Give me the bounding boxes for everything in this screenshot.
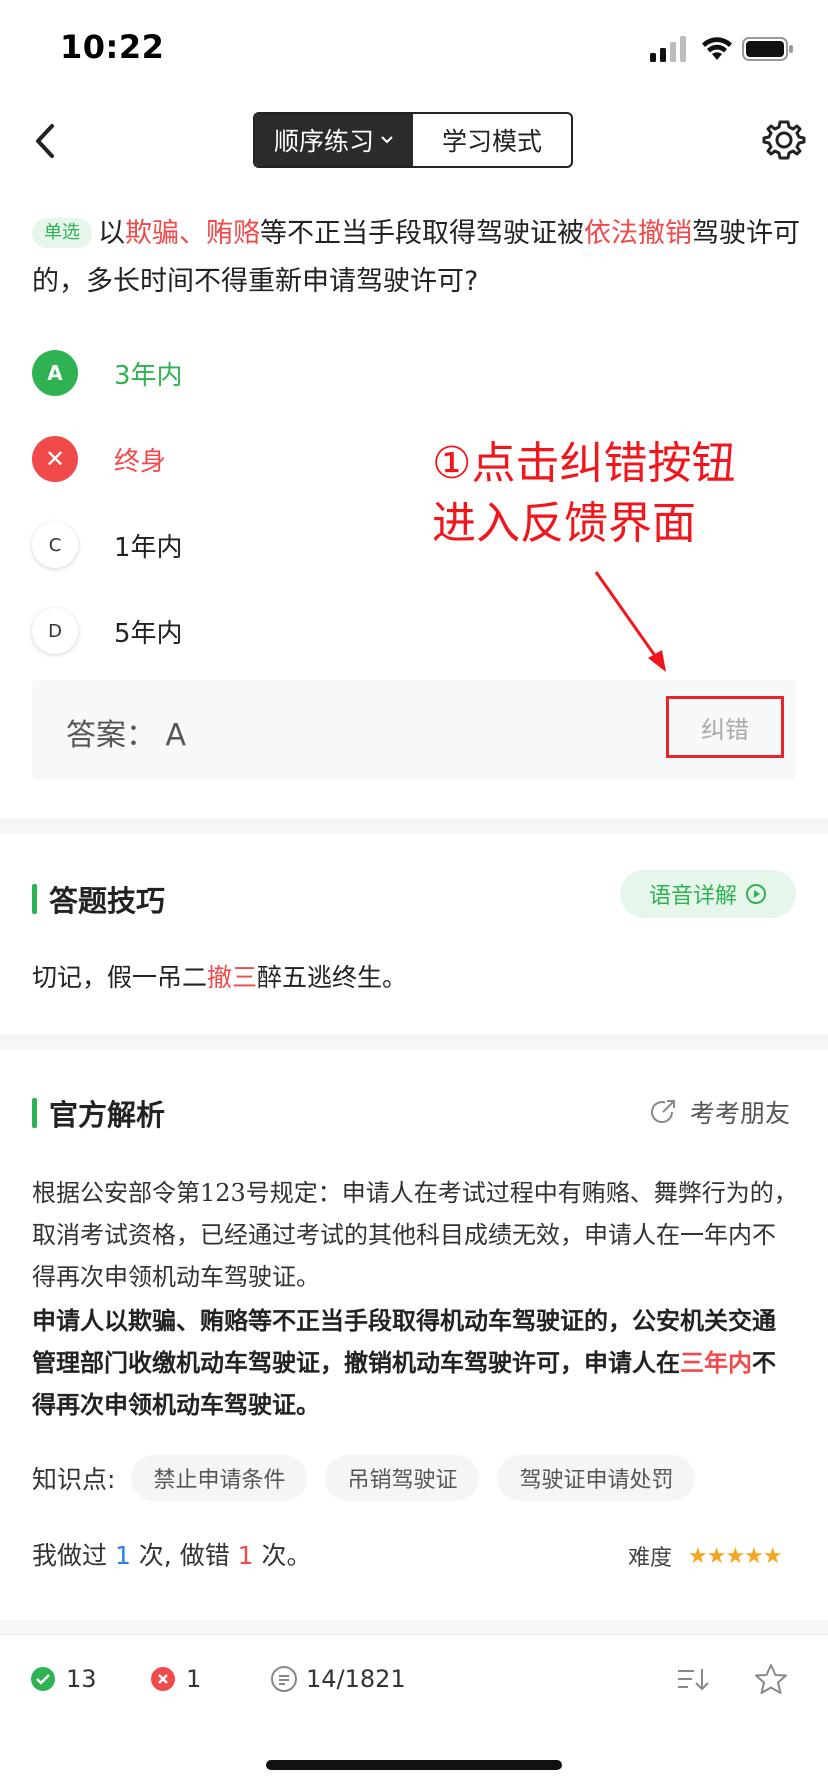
analysis-text-part: 申请人以欺骗、贿赂等不正当手段取得机动车驾驶证的，公安机关交通管理部门收缴机动车… [32,1307,776,1377]
report-error-button[interactable]: 纠错 [666,696,784,758]
voice-explain-label: 语音详解 [648,884,737,909]
correct-count[interactable]: 13 [30,1665,97,1693]
tip-text-highlight: 撤三 [207,963,258,992]
progress-value: 14/1821 [306,1665,406,1693]
tutorial-annotation: ①点击纠错按钮 进入反馈界面 [432,434,735,554]
knowledge-points: 知识点: 禁止申请条件 吊销驾驶证 驾驶证申请处罚 [32,1455,713,1501]
wrong-count-button[interactable]: 1 [150,1665,201,1693]
wrong-mark-icon: ✕ [32,436,78,482]
analysis-paragraph-1: 根据公安部令第123号规定：申请人在考试过程中有贿赂、舞弊行为的，取消考试资格，… [32,1179,798,1291]
done-count: 1 [114,1541,131,1570]
progress-button[interactable]: 14/1821 [270,1665,406,1693]
question-seg-3: 依法撤销 [584,218,692,249]
analysis-paragraph-2: 申请人以欺骗、贿赂等不正当手段取得机动车驾驶证的，公安机关交通管理部门收缴机动车… [32,1300,798,1426]
option-d-text: 5年内 [114,618,183,649]
practice-mode-dropdown[interactable]: 顺序练习 [255,114,413,166]
question-seg-2: 等不正当手段取得驾驶证被 [260,218,584,249]
back-icon[interactable] [26,116,66,166]
wrong-count: 1 [237,1541,254,1570]
share-friends-button[interactable]: 考考朋友 [648,1094,790,1130]
gear-icon[interactable] [762,118,806,162]
option-d-marker: D [32,608,78,654]
option-a[interactable]: A 3年内 [32,330,802,416]
record-text: 次, 做错 [130,1541,238,1570]
nav-bar: 顺序练习 学习模式 [0,96,828,186]
knowledge-tag[interactable]: 禁止申请条件 [131,1455,308,1501]
section-accent-bar [32,884,37,914]
check-circle-icon [31,1667,55,1691]
option-a-marker: A [32,350,78,396]
play-icon [746,884,766,904]
annotation-line-1: ①点击纠错按钮 [432,438,736,489]
voice-explain-button[interactable]: 语音详解 [620,870,796,918]
option-b-text: 终身 [114,446,167,477]
cellular-signal-icon [650,36,686,62]
record-text: 我做过 [32,1541,115,1570]
question-text: 单选 以欺骗、贿赂等不正当手段取得驾驶证被依法撤销驾驶许可的，多长时间不得重新申请… [32,210,802,306]
difficulty-rating: 难度 ★★★★★ [628,1540,783,1572]
tip-text-part: 醉五逃终生。 [257,963,408,992]
section-divider [0,1620,828,1634]
record-text: 次。 [253,1541,312,1570]
chevron-down-icon [381,136,393,144]
option-c-text: 1年内 [114,532,183,563]
option-a-text: 3年内 [114,360,183,391]
tip-text: 切记，假一吊二撤三醉五逃终生。 [32,958,407,994]
section-divider [0,818,828,834]
x-circle-icon [151,1667,175,1691]
status-bar: 10:22 [0,0,828,96]
question-seg-1: 欺骗、贿赂 [125,218,260,249]
section-accent-bar [32,1098,37,1128]
status-time: 10:22 [60,28,165,66]
analysis-section-title: 官方解析 [32,1092,165,1134]
list-circle-icon [271,1666,297,1692]
analysis-text-highlight: 三年内 [680,1349,752,1377]
tips-section-title: 答题技巧 [32,878,165,920]
star-icon: ★★★★★ [688,1543,783,1569]
wifi-icon [702,37,732,60]
option-d[interactable]: D 5年内 [32,588,802,674]
mode-segmented-control: 顺序练习 学习模式 [253,112,573,168]
difficulty-label: 难度 [628,1546,673,1571]
practice-mode-label: 顺序练习 [273,127,374,156]
knowledge-tag[interactable]: 吊销驾驶证 [325,1455,480,1501]
annotation-line-2: 进入反馈界面 [432,498,696,549]
share-label: 考考朋友 [690,1099,791,1128]
annotation-arrow-icon [594,571,666,672]
tip-text-part: 切记，假一吊二 [32,963,208,992]
practice-record: 我做过 1 次, 做错 1 次。 [32,1536,312,1572]
answer-panel: 答案： A 纠错 [32,680,796,780]
section-divider [0,1034,828,1050]
star-outline-icon[interactable] [754,1663,788,1695]
share-icon [651,1100,675,1124]
correct-count-value: 13 [66,1665,97,1693]
question-type-badge: 单选 [32,218,92,248]
analysis-title-label: 官方解析 [49,1098,166,1132]
knowledge-label: 知识点: [32,1465,116,1494]
wrong-count-value: 1 [186,1665,202,1693]
question-seg-0: 以 [98,218,125,249]
answer-text: 答案： A [66,718,187,753]
knowledge-tag[interactable]: 驾驶证申请处罚 [497,1455,696,1501]
option-c-marker: C [32,522,78,568]
study-mode-tab[interactable]: 学习模式 [413,114,571,166]
tips-title-label: 答题技巧 [49,884,166,918]
sort-icon[interactable] [676,1665,710,1695]
battery-icon [742,37,793,61]
home-indicator[interactable] [266,1760,562,1770]
bottom-toolbar: 13 1 14/1821 [0,1634,828,1726]
